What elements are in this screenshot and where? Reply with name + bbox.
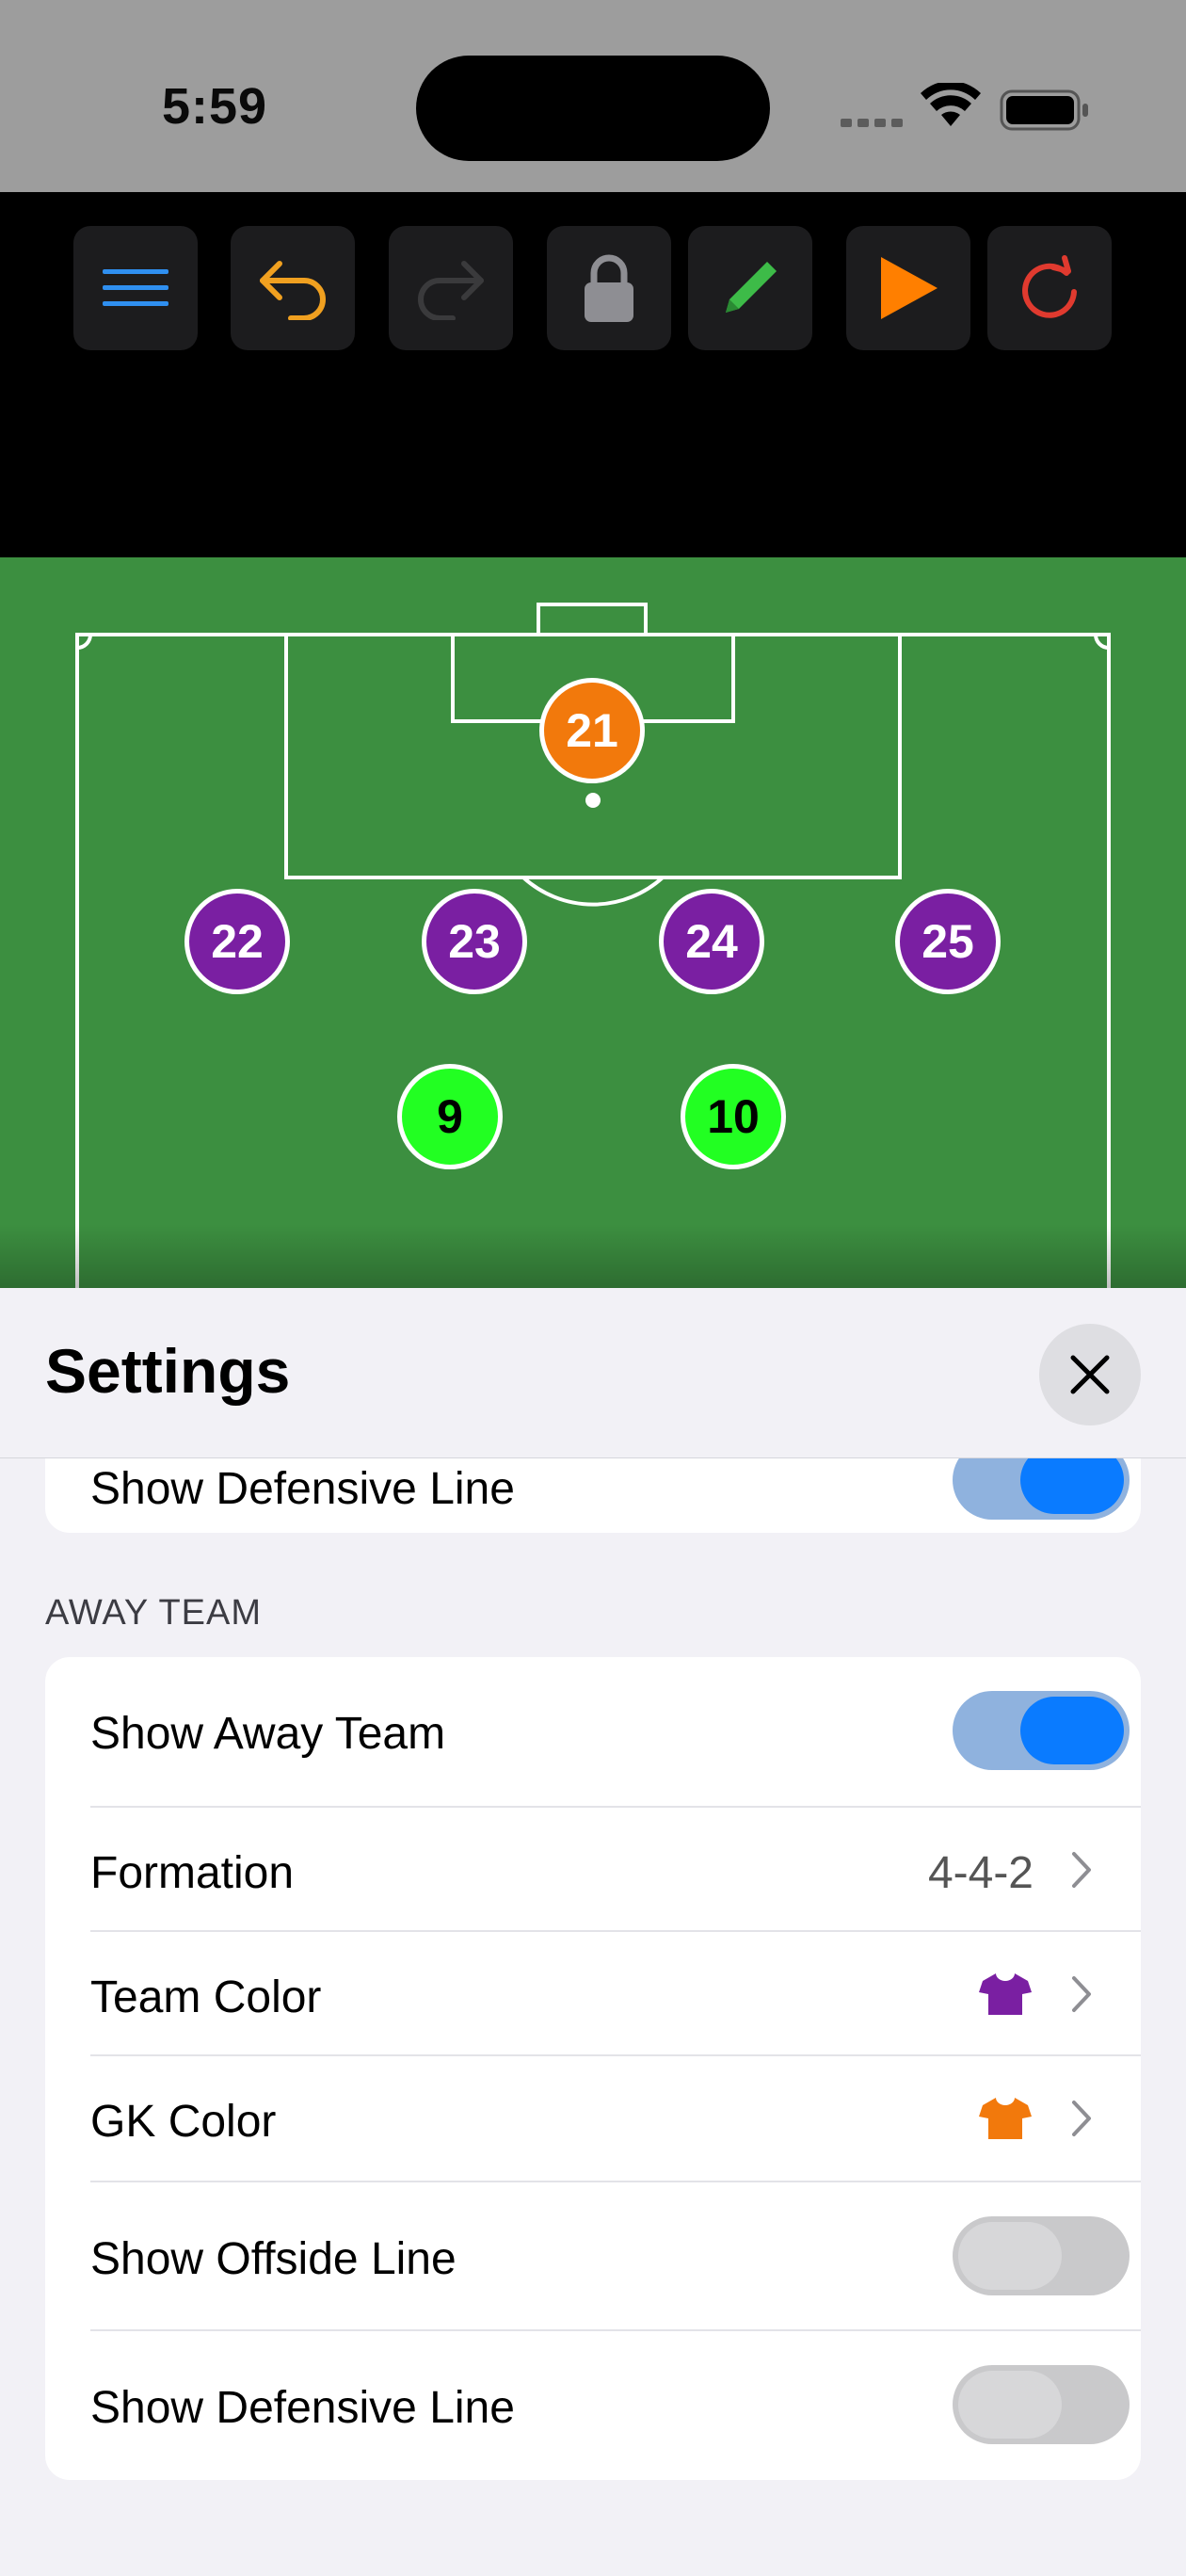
lock-icon (585, 254, 633, 322)
undo-arrow-icon (260, 261, 326, 320)
play-button[interactable] (846, 226, 970, 350)
show-offside-line-row[interactable]: Show Offside Line (45, 2182, 1141, 2331)
status-bar: 5:59 (0, 0, 1186, 192)
lock-button[interactable] (547, 226, 671, 350)
formation-row[interactable]: Formation 4-4-2 (45, 1808, 1141, 1932)
reset-button[interactable] (987, 226, 1112, 350)
row-label: Show Offside Line (90, 2234, 457, 2284)
close-icon (1070, 1355, 1110, 1394)
row-label: Team Color (90, 1972, 322, 2022)
top-toolbar (0, 192, 1186, 557)
dynamic-island (416, 56, 770, 161)
close-button[interactable] (1039, 1324, 1141, 1425)
redo-button[interactable] (389, 226, 513, 350)
cellular-signal-icon (841, 115, 908, 132)
refresh-icon (1022, 255, 1077, 318)
row-label: Show Defensive Line (90, 1464, 515, 1514)
player-token[interactable]: 10 (681, 1064, 786, 1169)
player-token[interactable]: 23 (422, 889, 527, 994)
row-label: GK Color (90, 2097, 277, 2147)
page-title: Settings (45, 1336, 291, 1406)
formation-value: 4-4-2 (927, 1848, 1034, 1898)
player-token[interactable]: 24 (659, 889, 764, 994)
pitch-shadow (0, 1224, 1186, 1290)
row-label: Show Defensive Line (90, 2383, 515, 2433)
settings-header: Settings (0, 1288, 1186, 1458)
toggle-switch[interactable] (953, 1691, 1130, 1770)
shirt-icon (979, 1973, 1032, 2015)
pencil-icon (726, 262, 777, 313)
play-icon (881, 257, 938, 319)
battery-icon (1000, 89, 1088, 131)
chevron-right-icon (1072, 2101, 1091, 2136)
toggle-switch[interactable] (953, 2365, 1130, 2444)
toggle-switch[interactable] (953, 2216, 1130, 2295)
show-defensive-line-row[interactable]: Show Defensive Line (45, 2331, 1141, 2480)
player-token[interactable]: 25 (895, 889, 1001, 994)
away-team-card: Show Away Team Formation 4-4-2 Team Colo… (45, 1657, 1141, 2480)
undo-button[interactable] (231, 226, 355, 350)
row-label: Show Away Team (90, 1709, 446, 1759)
shirt-icon (979, 2098, 1032, 2139)
section-header-away-team: AWAY TEAM (45, 1593, 263, 1633)
settings-sheet: Settings Show Defensive Line AWAY TEAM S… (0, 1288, 1186, 2576)
status-time: 5:59 (162, 78, 268, 135)
player-token[interactable]: 9 (397, 1064, 503, 1169)
soccer-pitch[interactable]: 21 22 23 24 25 9 10 (0, 557, 1186, 1290)
player-token[interactable]: 21 (539, 678, 645, 783)
player-token[interactable]: 22 (184, 889, 290, 994)
draw-button[interactable] (688, 226, 812, 350)
gk-color-row[interactable]: GK Color (45, 2056, 1141, 2182)
hamburger-icon (103, 269, 168, 306)
wifi-icon (921, 83, 981, 126)
menu-button[interactable] (73, 226, 198, 350)
team-color-row[interactable]: Team Color (45, 1932, 1141, 2056)
row-label: Formation (90, 1848, 295, 1898)
pitch-markings (75, 603, 1111, 1290)
show-away-team-row[interactable]: Show Away Team (45, 1657, 1141, 1808)
redo-arrow-icon (418, 261, 484, 320)
chevron-right-icon (1072, 1976, 1091, 2012)
chevron-right-icon (1072, 1852, 1091, 1888)
